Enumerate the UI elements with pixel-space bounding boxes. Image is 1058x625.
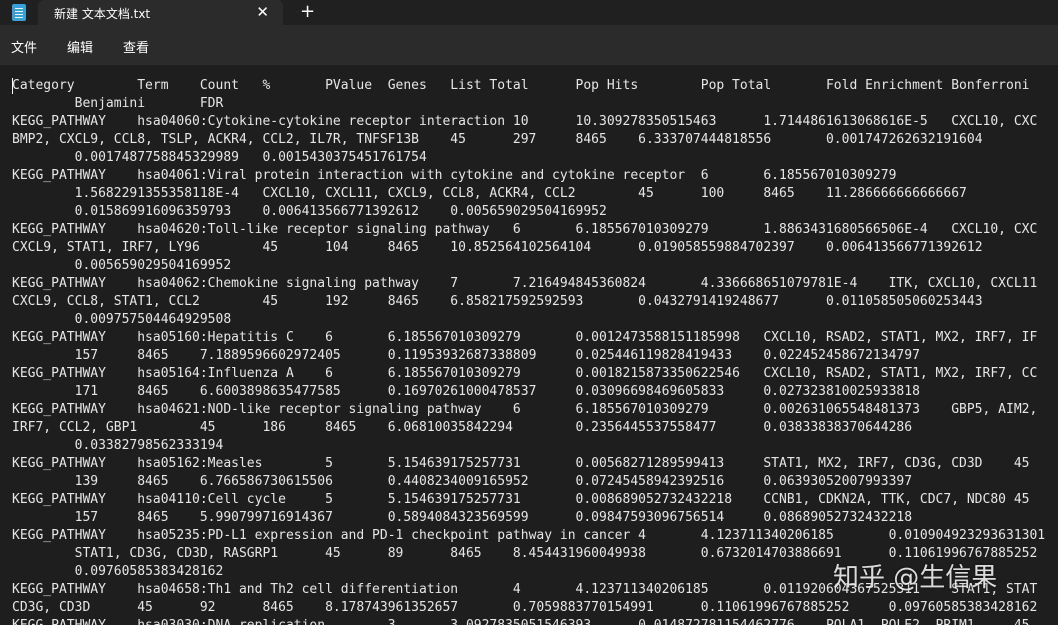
text-line: KEGG_PATHWAY hsa04062:Chemokine signalin… (12, 276, 1038, 291)
menu-view[interactable]: 查看 (123, 37, 149, 56)
text-line: 157 8465 7.1889596602972405 0.1195393268… (12, 348, 920, 363)
document-text: Category Term Count % PValue Genes List … (12, 77, 1045, 625)
text-line: 157 8465 5.990799716914367 0.58940843235… (12, 510, 913, 525)
text-editor-area[interactable]: Category Term Count % PValue Genes List … (0, 65, 1058, 625)
text-line: 0.015869916096359793 0.00641356677139261… (12, 204, 607, 219)
text-line: BMP2, CXCL9, CCL8, TSLP, ACKR4, CCL2, IL… (12, 132, 983, 147)
text-line: KEGG_PATHWAY hsa05162:Measles 5 5.154639… (12, 456, 1030, 471)
text-line: 0.005659029504169952 (12, 258, 232, 273)
text-line: KEGG_PATHWAY hsa05164:Influenza A 6 6.18… (12, 366, 1038, 381)
tab-title: 新建 文本文档.txt (54, 7, 151, 21)
text-line: 1.5682291355358118E-4 CXCL10, CXCL11, CX… (12, 186, 967, 201)
text-line: 0.0017487758845329989 0.0015430375451761… (12, 150, 427, 165)
text-line: KEGG_PATHWAY hsa04621:NOD-like receptor … (12, 402, 1038, 417)
text-line: KEGG_PATHWAY hsa04620:Toll-like receptor… (12, 222, 1038, 237)
text-line: KEGG_PATHWAY hsa05235:PD-L1 expression a… (12, 528, 1046, 543)
menu-bar: 文件 编辑 查看 (0, 25, 1058, 65)
text-line: 0.03382798562333194 (12, 438, 224, 453)
text-line: CD3G, CD3D 45 92 8465 8.178743961352657 … (12, 600, 1038, 615)
menu-file[interactable]: 文件 (11, 37, 37, 56)
text-line: KEGG_PATHWAY hsa03030:DNA replication 3 … (12, 617, 1045, 625)
text-line: 0.009757504464929508 (12, 312, 232, 327)
text-line: IRF7, CCL2, GBP1 45 186 8465 6.068100358… (12, 420, 913, 435)
notepad-app-icon (12, 4, 26, 21)
text-line: KEGG_PATHWAY hsa05160:Hepatitis C 6 6.18… (12, 330, 1038, 345)
title-bar: 新建 文本文档.txt ✕ + (0, 0, 1058, 25)
text-line: Category Term Count % PValue Genes List … (12, 78, 1030, 93)
document-tab[interactable]: 新建 文本文档.txt ✕ (38, 0, 283, 25)
text-line: 139 8465 6.766586730615506 0.44082340091… (12, 474, 913, 489)
new-tab-button[interactable]: + (300, 2, 315, 22)
tab-close-icon[interactable]: ✕ (256, 3, 269, 21)
text-line: CXCL9, STAT1, IRF7, LY96 45 104 8465 10.… (12, 240, 983, 255)
text-line: KEGG_PATHWAY hsa04060:Cytokine-cytokine … (12, 114, 1038, 129)
menu-edit[interactable]: 编辑 (67, 37, 93, 56)
text-line: 171 8465 6.6003898635477585 0.1697026100… (12, 384, 920, 399)
text-line: Benjamini FDR (12, 96, 224, 111)
watermark-text: 知乎 @生信果 (833, 563, 998, 593)
text-line: CXCL9, CCL8, STAT1, CCL2 45 192 8465 6.8… (12, 294, 983, 309)
text-line: KEGG_PATHWAY hsa04061:Viral protein inte… (12, 168, 897, 183)
text-line: KEGG_PATHWAY hsa04110:Cell cycle 5 5.154… (12, 492, 1030, 507)
